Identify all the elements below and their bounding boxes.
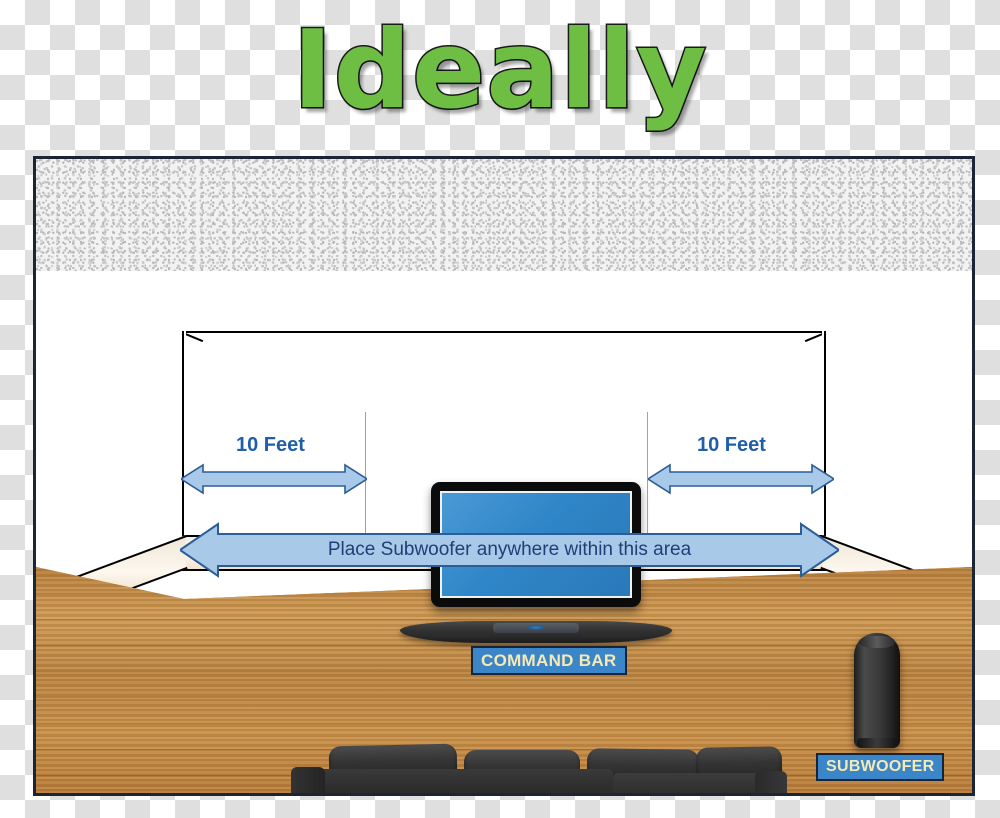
couch-arm-right xyxy=(755,771,787,793)
subwoofer-base xyxy=(857,738,897,748)
page-title: Ideally xyxy=(291,8,708,133)
double-arrow-icon xyxy=(648,463,834,495)
subwoofer-zone-arrow: Place Subwoofer anywhere within this are… xyxy=(180,522,839,578)
subwoofer-top-cap xyxy=(859,636,895,648)
soundbar-unit xyxy=(400,621,672,643)
sectional-couch xyxy=(291,743,787,793)
subwoofer-unit xyxy=(854,633,900,748)
couch-backrest-left xyxy=(291,769,613,793)
soundbar-indicator-icon xyxy=(528,625,544,630)
double-arrow-icon xyxy=(181,463,367,495)
distance-label-right: 10 Feet xyxy=(697,434,766,456)
room-diagram: TV 10 Feet 10 Feet Place Subwoofer anywh… xyxy=(33,156,975,796)
distance-label-left: 10 Feet xyxy=(236,434,305,456)
subwoofer-callout: SUBWOOFER xyxy=(816,753,945,781)
distance-arrow-right xyxy=(648,463,834,495)
couch-arm-left xyxy=(291,767,325,793)
ceiling-edge-back xyxy=(182,331,826,333)
wall-corner-left xyxy=(182,331,184,541)
ceiling-surface xyxy=(36,159,972,271)
wall-corner-right xyxy=(824,331,826,541)
distance-arrow-left xyxy=(181,463,367,495)
command-bar-callout: COMMAND BAR xyxy=(471,646,627,676)
double-arrow-icon xyxy=(180,522,839,578)
